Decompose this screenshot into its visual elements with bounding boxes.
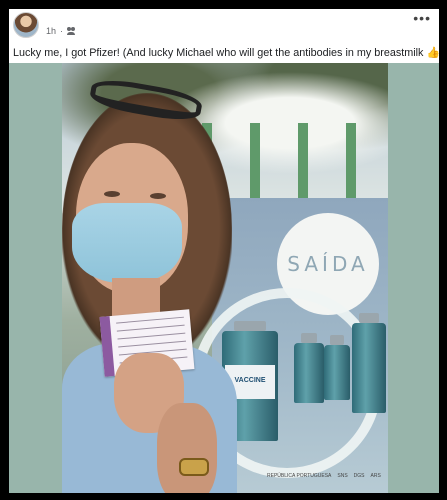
wristwatch [179,458,209,476]
vaccine-vial [352,313,386,413]
post-text: Lucky me, I got Pfizer! (And lucky Micha… [13,47,439,59]
person-arm [157,403,217,493]
avatar[interactable] [13,12,39,38]
post-card: 1h · ••• Lucky me, I got Pfizer! (And lu… [9,9,439,493]
logo-item: DGS [353,473,365,479]
post-separator: · [60,26,64,36]
logo-item: SNS [337,473,348,479]
logo-item: REPÚBLICA PORTUGUESA [267,473,332,479]
friends-icon[interactable] [67,27,77,35]
more-options-button[interactable]: ••• [413,11,431,25]
vaccine-vial [324,335,350,400]
sponsor-logos: REPÚBLICA PORTUGUESA SNS DGS ARS [267,473,381,479]
post-photo[interactable]: SAÍDA VACCINE REPÚBLICA PORTUGUESA SNS D… [62,63,388,493]
vaccine-vial [294,333,324,403]
logo-item: ARS [370,473,381,479]
banner-text: SAÍDA [287,252,369,276]
face-mask [72,203,182,283]
post-meta: 1h · [46,26,77,36]
post-photo-container[interactable]: SAÍDA VACCINE REPÚBLICA PORTUGUESA SNS D… [9,63,439,493]
post-timestamp[interactable]: 1h [46,26,56,36]
post-header: 1h · ••• [9,9,439,43]
